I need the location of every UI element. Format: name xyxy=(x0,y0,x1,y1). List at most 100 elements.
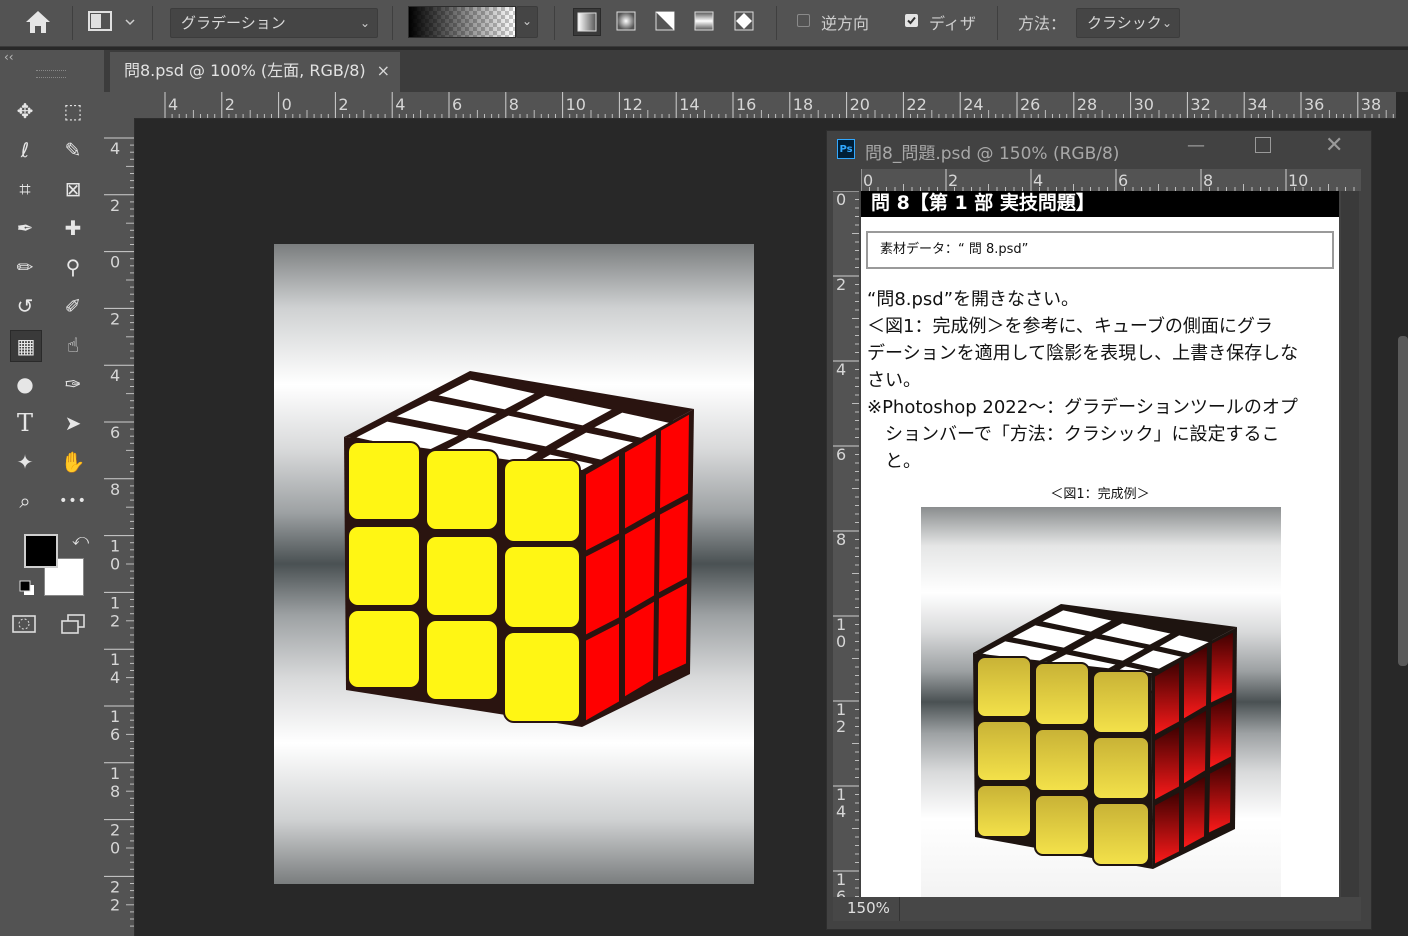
instruction-line: さい。 xyxy=(867,370,921,391)
ruler-label: 4 xyxy=(836,802,846,821)
foreground-color-swatch[interactable] xyxy=(24,534,58,568)
tool-preset-value: グラデーション xyxy=(181,14,286,32)
reflected-gradient-button[interactable] xyxy=(691,8,719,36)
toolbar-grip[interactable] xyxy=(36,70,66,78)
horizontal-ruler[interactable]: 4 2 0 2 4 6 8 10 12 14 16 18 20 22 24 26 28 30 32 34 36 38 xyxy=(134,92,1396,119)
figure-caption: ＜図1：完成例＞ xyxy=(1050,487,1150,502)
zoom-level[interactable]: 150% xyxy=(847,899,890,917)
material-data-box: 素材データ：“ 問 8.psd” xyxy=(866,231,1334,269)
brush-icon[interactable]: ✏ xyxy=(10,252,40,282)
ruler-label: 2 xyxy=(836,717,846,736)
ruler-label: 0 xyxy=(282,95,292,114)
horizontal-ruler-ticks: 4 2 0 2 4 6 8 10 12 14 16 18 20 22 24 26 28 30 32 34 36 38 xyxy=(164,92,1394,118)
floating-horizontal-ruler[interactable]: 0 2 4 6 8 10 xyxy=(861,169,1361,191)
ruler-label: 0 xyxy=(110,839,120,858)
gradient-swatch[interactable] xyxy=(408,6,516,38)
home-icon[interactable] xyxy=(24,9,52,39)
ruler-label: 28 xyxy=(1077,95,1097,114)
frame-icon[interactable]: ⊠ xyxy=(58,174,88,204)
type-icon[interactable]: T xyxy=(10,408,40,438)
stamp-icon[interactable]: ⚲ xyxy=(58,252,88,282)
gradient-picker-button[interactable]: ⌄ xyxy=(516,6,538,38)
floating-window-title: 問8_問題.psd @ 150% (RGB/8) xyxy=(865,144,1120,164)
ruler-label: 4 xyxy=(395,95,405,114)
screen-mode-icon[interactable] xyxy=(60,613,88,639)
ruler-label: 2 xyxy=(836,275,846,294)
radial-gradient-button[interactable] xyxy=(613,8,641,36)
rubiks-cube-artwork xyxy=(344,371,694,727)
diamond-gradient-button[interactable] xyxy=(731,8,759,36)
ruler-label: 6 xyxy=(836,887,846,897)
ruler-label: 2 xyxy=(110,611,120,630)
ruler-label: 30 xyxy=(1134,95,1154,114)
reverse-checkbox[interactable] xyxy=(797,14,810,27)
floating-vertical-ruler-ticks: 0246810121416 xyxy=(833,191,859,897)
quick-select-icon[interactable]: ✎ xyxy=(58,135,88,165)
tool-preset-select[interactable]: グラデーション ⌄ xyxy=(170,8,378,38)
reference-document[interactable]: 問 8【第 1 部 実技問題】 素材データ：“ 問 8.psd” “問8.psd… xyxy=(861,191,1339,897)
ruler-label: 24 xyxy=(963,95,983,114)
instruction-line: デーションを適用して陰影を表現し、上書き保存しな xyxy=(867,343,1299,364)
method-label: 方法： xyxy=(1018,14,1067,33)
path-select-icon[interactable]: ➤ xyxy=(58,408,88,438)
document-tab-bar: 問8.psd @ 100% (左面, RGB/8) × xyxy=(104,50,1408,92)
ruler-label: 6 xyxy=(110,725,120,744)
blur-icon[interactable]: ● xyxy=(10,369,40,399)
ruler-label: 2 xyxy=(110,877,120,896)
default-colors-icon[interactable] xyxy=(19,580,35,596)
document-tab[interactable]: 問8.psd @ 100% (左面, RGB/8) × xyxy=(110,52,400,92)
ruler-label: 6 xyxy=(1118,171,1128,190)
zoom-icon[interactable]: ⌕ xyxy=(10,486,40,516)
ruler-label: 10 xyxy=(566,95,586,114)
tool-preset-picker[interactable] xyxy=(88,10,138,40)
ruler-label: 2 xyxy=(110,895,120,914)
minimize-icon[interactable]: — xyxy=(1187,135,1205,156)
ruler-label: 0 xyxy=(863,171,873,190)
gradient-icon[interactable]: ▦ xyxy=(10,330,42,362)
swap-colors-icon[interactable]: ⤺ xyxy=(72,530,89,550)
eraser-icon[interactable]: ✐ xyxy=(58,291,88,321)
ruler-label: 2 xyxy=(225,95,235,114)
options-bar: グラデーション ⌄ ⌄ 逆方向 ディザ 方法： クラシック ⌄ xyxy=(0,0,1408,47)
more-icon[interactable]: ••• xyxy=(58,486,88,516)
close-icon[interactable]: ✕ xyxy=(1325,133,1343,158)
method-select[interactable]: クラシック ⌄ xyxy=(1076,8,1180,38)
collapse-toggle[interactable]: ‹‹ xyxy=(4,50,14,64)
history-brush-icon[interactable]: ↺ xyxy=(10,291,40,321)
healing-icon[interactable]: ✚ xyxy=(58,213,88,243)
smudge-icon[interactable]: ☝ xyxy=(58,330,88,360)
pen-icon[interactable]: ✑ xyxy=(58,369,88,399)
shape-icon[interactable]: ✦ xyxy=(10,447,40,477)
document-canvas[interactable] xyxy=(274,244,754,884)
tab-close-icon[interactable]: × xyxy=(377,52,390,90)
lasso-icon[interactable]: ℓ xyxy=(10,135,40,165)
floating-vertical-ruler[interactable]: 0246810121416 xyxy=(833,191,859,897)
ruler-label: 0 xyxy=(836,191,846,209)
marquee-icon[interactable]: ⬚ xyxy=(58,96,88,126)
dither-checkbox[interactable] xyxy=(905,14,918,27)
document-tab-title: 問8.psd @ 100% (左面, RGB/8) xyxy=(124,61,366,80)
angle-gradient-button[interactable] xyxy=(652,8,680,36)
ruler-label: 8 xyxy=(110,782,120,801)
ruler-label: 2 xyxy=(338,95,348,114)
move-icon[interactable]: ✥ xyxy=(10,96,40,126)
ruler-label: 6 xyxy=(452,95,462,114)
floating-window-titlebar[interactable]: Ps 問8_問題.psd @ 150% (RGB/8) — ✕ xyxy=(827,131,1371,169)
crop-icon[interactable]: ⌗ xyxy=(10,174,40,204)
quick-mask-icon[interactable] xyxy=(11,613,37,639)
floating-document-window[interactable]: Ps 問8_問題.psd @ 150% (RGB/8) — ✕ 0 2 4 6 8 10 … xyxy=(826,130,1372,930)
ruler-label: 10 xyxy=(1288,171,1308,190)
cube-front-stickers xyxy=(347,441,581,723)
ruler-origin[interactable] xyxy=(104,92,135,119)
ruler-label: 0 xyxy=(110,253,120,272)
canvas-scrollbar-thumb[interactable] xyxy=(1398,336,1408,666)
floating-window-scrollbar[interactable] xyxy=(1341,191,1359,897)
ruler-label: 6 xyxy=(836,445,846,464)
hand-icon[interactable]: ✋ xyxy=(58,447,88,477)
linear-gradient-button[interactable] xyxy=(573,8,601,36)
maximize-icon[interactable] xyxy=(1255,137,1271,153)
eyedropper-icon[interactable]: ✒ xyxy=(10,213,40,243)
ruler-label: 4 xyxy=(110,139,120,158)
vertical-ruler[interactable]: 420246810121416182022 xyxy=(104,118,135,936)
ruler-label: 4 xyxy=(168,95,178,114)
